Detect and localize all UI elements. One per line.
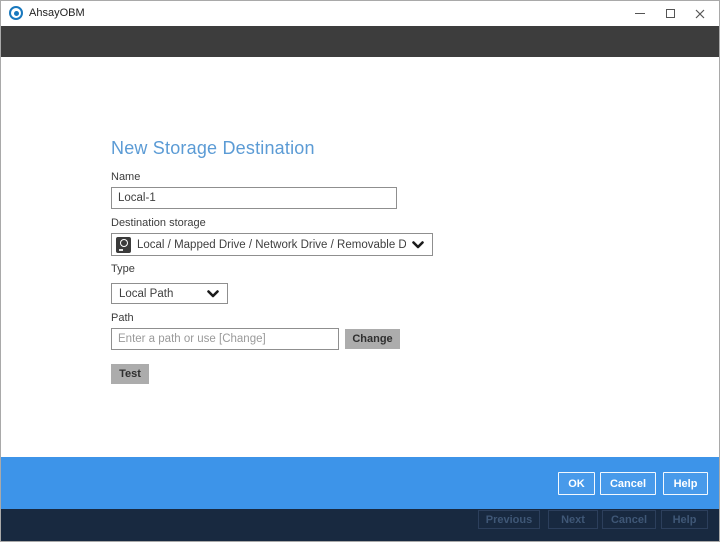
form-panel: New Storage Destination Name Destination…: [1, 57, 719, 457]
type-value: Local Path: [119, 287, 174, 300]
minimize-button[interactable]: [625, 1, 655, 26]
maximize-button[interactable]: [655, 1, 685, 26]
window-controls: [625, 1, 715, 26]
header-strip: [1, 26, 719, 57]
chevron-down-icon: [412, 240, 424, 249]
maximize-icon: [665, 9, 675, 18]
path-label: Path: [111, 312, 134, 324]
wizard-help-button[interactable]: Help: [661, 510, 708, 529]
name-label: Name: [111, 171, 141, 183]
path-input[interactable]: [111, 328, 339, 350]
app-logo-icon: [9, 6, 23, 20]
application-window: AhsayOBM New Storage Destination Name De…: [0, 0, 720, 542]
change-button[interactable]: Change: [345, 329, 400, 349]
ok-button[interactable]: OK: [558, 472, 595, 495]
type-label: Type: [111, 263, 135, 275]
close-icon: [695, 9, 705, 18]
drive-icon: [116, 236, 131, 253]
wizard-bar: Previous Next Cancel Help: [1, 509, 719, 541]
close-button[interactable]: [685, 1, 715, 26]
action-bar: OK Cancel Help: [1, 457, 719, 509]
previous-button[interactable]: Previous: [478, 510, 540, 529]
destination-storage-value: Local / Mapped Drive / Network Drive / R…: [137, 238, 406, 251]
chevron-down-icon: [207, 289, 219, 298]
cancel-button[interactable]: Cancel: [600, 472, 656, 495]
type-select[interactable]: Local Path: [111, 283, 228, 304]
window-title: AhsayOBM: [29, 7, 85, 19]
destination-storage-select[interactable]: Local / Mapped Drive / Network Drive / R…: [111, 233, 433, 256]
destination-storage-label: Destination storage: [111, 217, 206, 229]
page-title: New Storage Destination: [111, 138, 315, 158]
help-button[interactable]: Help: [663, 472, 708, 495]
name-input[interactable]: [111, 187, 397, 209]
wizard-cancel-button[interactable]: Cancel: [602, 510, 656, 529]
title-bar: AhsayOBM: [1, 1, 719, 26]
test-button[interactable]: Test: [111, 364, 149, 384]
minimize-icon: [635, 13, 645, 14]
next-button[interactable]: Next: [548, 510, 598, 529]
